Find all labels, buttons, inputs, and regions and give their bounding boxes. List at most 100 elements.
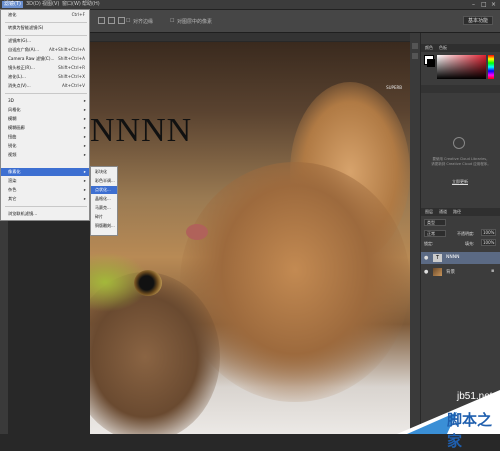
cat-eye-shape [134, 270, 162, 296]
tab-swatches[interactable]: 色板 [439, 45, 447, 51]
menu-item[interactable]: 其它 ▸ [1, 195, 89, 203]
layers-panel-tabs: 图层 通道 路径 [421, 208, 500, 216]
menu-item[interactable]: 液化(L)... Shift+Ctrl+X [1, 73, 89, 81]
panel-dock-icons [410, 33, 420, 434]
submenu-arrow-icon: ▸ [83, 143, 86, 148]
submenu-arrow-icon: ▸ [83, 107, 86, 112]
submenu-item[interactable]: 彩块化 [91, 168, 117, 176]
layer-name[interactable]: NNNN [446, 255, 459, 260]
sample-label: 对图层中的像素 [177, 19, 213, 25]
align-edges-checkbox[interactable]: ☐ [126, 18, 130, 24]
visibility-eye-icon[interactable]: ● [424, 269, 428, 275]
maximize-icon[interactable]: □ [481, 0, 489, 9]
menu-item[interactable]: 杂色 ▸ [1, 186, 89, 194]
layer-filter-select[interactable]: 类型 [424, 219, 446, 226]
document-canvas[interactable]: NNNN SUPERB [90, 42, 410, 434]
history-icon[interactable] [412, 43, 418, 49]
opacity-input[interactable]: 100% [481, 229, 496, 236]
submenu-item[interactable]: 彩色半调... [91, 177, 117, 185]
menu-view[interactable]: 视图(V) [40, 1, 61, 8]
menu-item-label: 像素化 [8, 169, 21, 174]
document-tab-bar [90, 33, 415, 41]
menu-item-pixelate[interactable]: 像素化 ▸ [1, 168, 89, 176]
submenu-item[interactable]: 马赛克... [91, 204, 117, 212]
hue-slider[interactable] [488, 55, 494, 79]
menu-item-shortcut: Shift+Ctrl+R [58, 65, 85, 70]
menu-item[interactable]: 镜头校正(R)... Shift+Ctrl+R [1, 64, 89, 72]
right-panels: 颜色 色板 要使用 Creative Cloud Libraries，请更新到 … [421, 33, 500, 434]
menu-item[interactable]: 模糊 ▸ [1, 115, 89, 123]
arrange-icon[interactable] [118, 17, 125, 24]
menu-item[interactable]: 自适应广角(A)... Alt+Shift+Ctrl+A [1, 46, 89, 54]
canvas-text-layer: NNNN [90, 112, 193, 149]
menu-item-label: 自适应广角(A)... [8, 47, 40, 52]
tab-layers[interactable]: 图层 [425, 209, 433, 215]
submenu-item-pointillize[interactable]: 点状化... [91, 186, 117, 194]
visibility-eye-icon[interactable]: ● [424, 255, 428, 261]
opacity-label: 不透明度: [457, 231, 475, 236]
menu-separator [5, 206, 87, 207]
submenu-arrow-icon: ▸ [83, 134, 86, 139]
color-field[interactable] [437, 55, 486, 79]
menu-item[interactable]: 渲染 ▸ [1, 177, 89, 185]
menu-item-shortcut: Alt+Ctrl+V [61, 83, 85, 88]
watermark-name: 脚本之家 [447, 411, 493, 450]
menu-separator [5, 35, 87, 36]
menu-item-label: 渲染 [8, 178, 17, 183]
submenu-arrow-icon: ▸ [83, 178, 86, 183]
tab-paths[interactable]: 路径 [453, 209, 461, 215]
menu-item[interactable]: 风格化 ▸ [1, 106, 89, 114]
menu-item[interactable]: 液化 Ctrl+F [1, 11, 89, 19]
submenu-item[interactable]: 晶格化... [91, 195, 117, 203]
menu-item[interactable]: 3D ▸ [1, 97, 89, 105]
submenu-item[interactable]: 铜版雕刻... [91, 222, 117, 230]
menu-item[interactable]: 模糊画廊 ▸ [1, 124, 89, 132]
close-icon[interactable]: × [491, 0, 499, 9]
fill-input[interactable]: 100% [481, 239, 496, 246]
menu-item-label: 杂色 [8, 187, 17, 192]
menu-item[interactable]: 视频 ▸ [1, 151, 89, 159]
menu-item[interactable]: 扭曲 ▸ [1, 133, 89, 141]
menu-filter[interactable]: 滤镜(T) [2, 1, 23, 8]
menu-item-label: 镜头校正(R)... [8, 65, 35, 70]
workspace-select[interactable]: 基本功能 [463, 16, 493, 25]
menu-item-label: 液化(L)... [8, 74, 26, 79]
minimize-icon[interactable]: – [472, 0, 480, 9]
menu-help[interactable]: 帮助(H) [80, 1, 102, 8]
menu-separator [5, 22, 87, 23]
distribute-icon[interactable] [108, 17, 115, 24]
lock-label: 锁定: [424, 241, 434, 246]
menu-item-label: 消失点(V)... [8, 83, 31, 88]
submenu-item[interactable]: 碎片 [91, 213, 117, 221]
background-swatch[interactable] [427, 59, 435, 67]
tab-channels[interactable]: 通道 [439, 209, 447, 215]
menu-item[interactable]: 浏览联机滤镜... [1, 210, 89, 218]
creative-cloud-icon [453, 137, 465, 149]
menu-item[interactable]: 转换为智能滤镜(S) [1, 24, 89, 32]
menu-item-label: 模糊画廊 [8, 125, 25, 130]
sample-checkbox[interactable]: ☐ [170, 18, 174, 24]
libraries-message: 要使用 Creative Cloud Libraries，请更新到 Creati… [431, 157, 491, 166]
layer-row-text[interactable]: ● T NNNN [421, 252, 500, 264]
properties-icon[interactable] [412, 53, 418, 59]
menu-item-label: 模糊 [8, 116, 17, 121]
update-link[interactable]: 立即更新 [447, 179, 473, 185]
menu-item[interactable]: Camera Raw 滤镜(C)... Shift+Ctrl+A [1, 55, 89, 63]
menu-item[interactable]: 消失点(V)... Alt+Ctrl+V [1, 82, 89, 90]
menu-item[interactable]: 锐化 ▸ [1, 142, 89, 150]
menu-item-label: 其它 [8, 196, 17, 201]
menu-item-label: 风格化 [8, 107, 21, 112]
cat-nose-shape [186, 224, 208, 240]
tab-color[interactable]: 颜色 [425, 45, 433, 51]
blend-mode-select[interactable]: 正常 [424, 230, 446, 237]
menu-item-label: 转换为智能滤镜(S) [8, 25, 44, 30]
submenu-arrow-icon: ▸ [83, 98, 86, 103]
layer-name[interactable]: 背景 [446, 269, 455, 275]
menu-item[interactable]: 滤镜库(G)... [1, 37, 89, 45]
libraries-tabs [421, 85, 500, 93]
lock-icon: ▪ [491, 268, 495, 274]
submenu-arrow-icon: ▸ [83, 125, 86, 130]
layer-row-background[interactable]: ● 背景 ▪ [421, 266, 500, 278]
menu-item-label: 液化 [8, 12, 17, 17]
align-icon[interactable] [98, 17, 105, 24]
